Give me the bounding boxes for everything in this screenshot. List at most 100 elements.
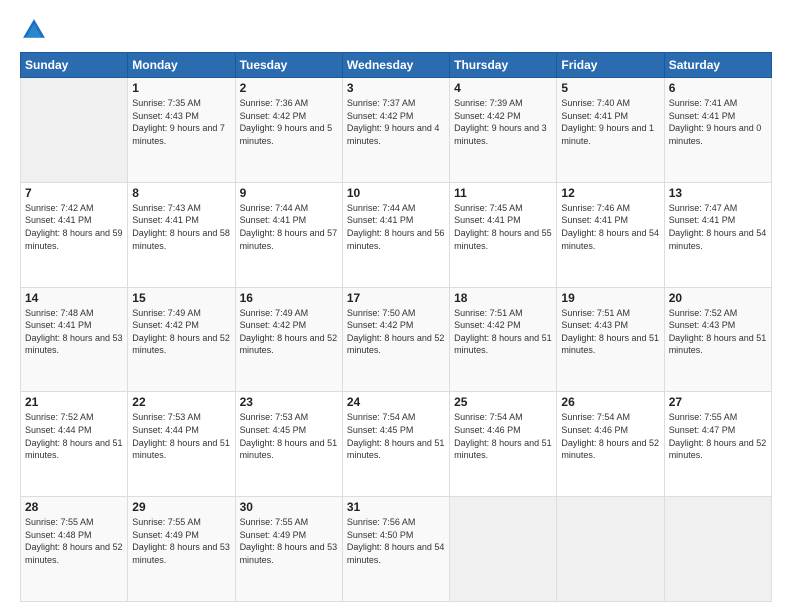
day-info: Sunrise: 7:48 AMSunset: 4:41 PMDaylight:… <box>25 307 123 357</box>
calendar-cell: 9 Sunrise: 7:44 AMSunset: 4:41 PMDaylight… <box>235 182 342 287</box>
calendar-cell: 6Sunrise: 7:41 AMSunset: 4:41 PMDaylight… <box>664 78 771 183</box>
calendar-week-row: 28 Sunrise: 7:55 AMSunset: 4:48 PMDayligh… <box>21 497 772 602</box>
calendar-cell <box>557 497 664 602</box>
page: SundayMondayTuesdayWednesdayThursdayFrid… <box>0 0 792 612</box>
day-number: 5 <box>561 81 659 95</box>
calendar-cell <box>664 497 771 602</box>
calendar-cell: 5 Sunrise: 7:40 AMSunset: 4:41 PMDaylight… <box>557 78 664 183</box>
day-info: Sunrise: 7:51 AMSunset: 4:42 PMDaylight:… <box>454 307 552 357</box>
calendar-cell: 10 Sunrise: 7:44 AMSunset: 4:41 PMDayligh… <box>342 182 449 287</box>
calendar-cell: 18 Sunrise: 7:51 AMSunset: 4:42 PMDayligh… <box>450 287 557 392</box>
calendar-week-row: 21Sunrise: 7:52 AMSunset: 4:44 PMDayligh… <box>21 392 772 497</box>
calendar-table: SundayMondayTuesdayWednesdayThursdayFrid… <box>20 52 772 602</box>
day-info: Sunrise: 7:40 AMSunset: 4:41 PMDaylight:… <box>561 97 659 147</box>
calendar-cell: 13 Sunrise: 7:47 AMSunset: 4:41 PMDayligh… <box>664 182 771 287</box>
calendar-cell: 12Sunrise: 7:46 AMSunset: 4:41 PMDayligh… <box>557 182 664 287</box>
day-number: 2 <box>240 81 338 95</box>
header <box>20 16 772 44</box>
calendar-header-saturday: Saturday <box>664 53 771 78</box>
calendar-cell: 14 Sunrise: 7:48 AMSunset: 4:41 PMDayligh… <box>21 287 128 392</box>
day-info: Sunrise: 7:55 AMSunset: 4:48 PMDaylight:… <box>25 516 123 566</box>
day-number: 18 <box>454 291 552 305</box>
day-number: 13 <box>669 186 767 200</box>
day-info: Sunrise: 7:37 AMSunset: 4:42 PMDaylight:… <box>347 97 445 147</box>
calendar-header-friday: Friday <box>557 53 664 78</box>
calendar-cell: 2 Sunrise: 7:36 AMSunset: 4:42 PMDaylight… <box>235 78 342 183</box>
day-info: Sunrise: 7:52 AMSunset: 4:43 PMDaylight:… <box>669 307 767 357</box>
calendar-cell: 21Sunrise: 7:52 AMSunset: 4:44 PMDayligh… <box>21 392 128 497</box>
calendar-header-thursday: Thursday <box>450 53 557 78</box>
day-number: 28 <box>25 500 123 514</box>
day-number: 17 <box>347 291 445 305</box>
calendar-cell: 7 Sunrise: 7:42 AMSunset: 4:41 PMDaylight… <box>21 182 128 287</box>
day-number: 27 <box>669 395 767 409</box>
day-info: Sunrise: 7:55 AMSunset: 4:49 PMDaylight:… <box>240 516 338 566</box>
calendar-week-row: 14 Sunrise: 7:48 AMSunset: 4:41 PMDayligh… <box>21 287 772 392</box>
day-info: Sunrise: 7:53 AMSunset: 4:45 PMDaylight:… <box>240 411 338 461</box>
day-info: Sunrise: 7:54 AMSunset: 4:46 PMDaylight:… <box>454 411 552 461</box>
day-number: 9 <box>240 186 338 200</box>
day-info: Sunrise: 7:44 AMSunset: 4:41 PMDaylight:… <box>240 202 338 252</box>
calendar-cell <box>21 78 128 183</box>
day-number: 29 <box>132 500 230 514</box>
day-info: Sunrise: 7:36 AMSunset: 4:42 PMDaylight:… <box>240 97 338 147</box>
day-number: 6 <box>669 81 767 95</box>
day-info: Sunrise: 7:49 AMSunset: 4:42 PMDaylight:… <box>240 307 338 357</box>
calendar-cell: 16 Sunrise: 7:49 AMSunset: 4:42 PMDayligh… <box>235 287 342 392</box>
day-info: Sunrise: 7:35 AMSunset: 4:43 PMDaylight:… <box>132 97 230 147</box>
day-number: 24 <box>347 395 445 409</box>
calendar-header-sunday: Sunday <box>21 53 128 78</box>
calendar-cell: 8Sunrise: 7:43 AMSunset: 4:41 PMDaylight… <box>128 182 235 287</box>
day-info: Sunrise: 7:39 AMSunset: 4:42 PMDaylight:… <box>454 97 552 147</box>
day-info: Sunrise: 7:44 AMSunset: 4:41 PMDaylight:… <box>347 202 445 252</box>
calendar-cell: 19 Sunrise: 7:51 AMSunset: 4:43 PMDayligh… <box>557 287 664 392</box>
calendar-cell: 25 Sunrise: 7:54 AMSunset: 4:46 PMDayligh… <box>450 392 557 497</box>
day-number: 20 <box>669 291 767 305</box>
calendar-cell: 15 Sunrise: 7:49 AMSunset: 4:42 PMDayligh… <box>128 287 235 392</box>
day-number: 1 <box>132 81 230 95</box>
day-info: Sunrise: 7:52 AMSunset: 4:44 PMDaylight:… <box>25 411 123 461</box>
day-number: 4 <box>454 81 552 95</box>
day-info: Sunrise: 7:46 AMSunset: 4:41 PMDaylight:… <box>561 202 659 252</box>
day-info: Sunrise: 7:54 AMSunset: 4:45 PMDaylight:… <box>347 411 445 461</box>
calendar-cell: 24 Sunrise: 7:54 AMSunset: 4:45 PMDayligh… <box>342 392 449 497</box>
calendar-week-row: 7 Sunrise: 7:42 AMSunset: 4:41 PMDaylight… <box>21 182 772 287</box>
calendar-cell: 30 Sunrise: 7:55 AMSunset: 4:49 PMDayligh… <box>235 497 342 602</box>
calendar-cell: 28 Sunrise: 7:55 AMSunset: 4:48 PMDayligh… <box>21 497 128 602</box>
day-number: 3 <box>347 81 445 95</box>
calendar-header-tuesday: Tuesday <box>235 53 342 78</box>
day-info: Sunrise: 7:42 AMSunset: 4:41 PMDaylight:… <box>25 202 123 252</box>
day-number: 16 <box>240 291 338 305</box>
day-info: Sunrise: 7:53 AMSunset: 4:44 PMDaylight:… <box>132 411 230 461</box>
day-number: 14 <box>25 291 123 305</box>
day-number: 30 <box>240 500 338 514</box>
day-number: 11 <box>454 186 552 200</box>
day-number: 26 <box>561 395 659 409</box>
day-info: Sunrise: 7:45 AMSunset: 4:41 PMDaylight:… <box>454 202 552 252</box>
calendar-header-row: SundayMondayTuesdayWednesdayThursdayFrid… <box>21 53 772 78</box>
logo <box>20 16 52 44</box>
calendar-cell: 22 Sunrise: 7:53 AMSunset: 4:44 PMDayligh… <box>128 392 235 497</box>
day-number: 22 <box>132 395 230 409</box>
calendar-cell: 31 Sunrise: 7:56 AMSunset: 4:50 PMDayligh… <box>342 497 449 602</box>
day-number: 15 <box>132 291 230 305</box>
calendar-cell <box>450 497 557 602</box>
day-info: Sunrise: 7:51 AMSunset: 4:43 PMDaylight:… <box>561 307 659 357</box>
day-number: 31 <box>347 500 445 514</box>
day-info: Sunrise: 7:49 AMSunset: 4:42 PMDaylight:… <box>132 307 230 357</box>
day-info: Sunrise: 7:47 AMSunset: 4:41 PMDaylight:… <box>669 202 767 252</box>
calendar-cell: 27Sunrise: 7:55 AMSunset: 4:47 PMDayligh… <box>664 392 771 497</box>
calendar-cell: 20 Sunrise: 7:52 AMSunset: 4:43 PMDayligh… <box>664 287 771 392</box>
day-number: 10 <box>347 186 445 200</box>
day-number: 25 <box>454 395 552 409</box>
day-number: 7 <box>25 186 123 200</box>
day-info: Sunrise: 7:50 AMSunset: 4:42 PMDaylight:… <box>347 307 445 357</box>
day-info: Sunrise: 7:54 AMSunset: 4:46 PMDaylight:… <box>561 411 659 461</box>
day-number: 19 <box>561 291 659 305</box>
day-info: Sunrise: 7:43 AMSunset: 4:41 PMDaylight:… <box>132 202 230 252</box>
calendar-cell: 23 Sunrise: 7:53 AMSunset: 4:45 PMDayligh… <box>235 392 342 497</box>
day-info: Sunrise: 7:56 AMSunset: 4:50 PMDaylight:… <box>347 516 445 566</box>
day-number: 23 <box>240 395 338 409</box>
calendar-cell: 1 Sunrise: 7:35 AMSunset: 4:43 PMDaylight… <box>128 78 235 183</box>
calendar-cell: 17 Sunrise: 7:50 AMSunset: 4:42 PMDayligh… <box>342 287 449 392</box>
